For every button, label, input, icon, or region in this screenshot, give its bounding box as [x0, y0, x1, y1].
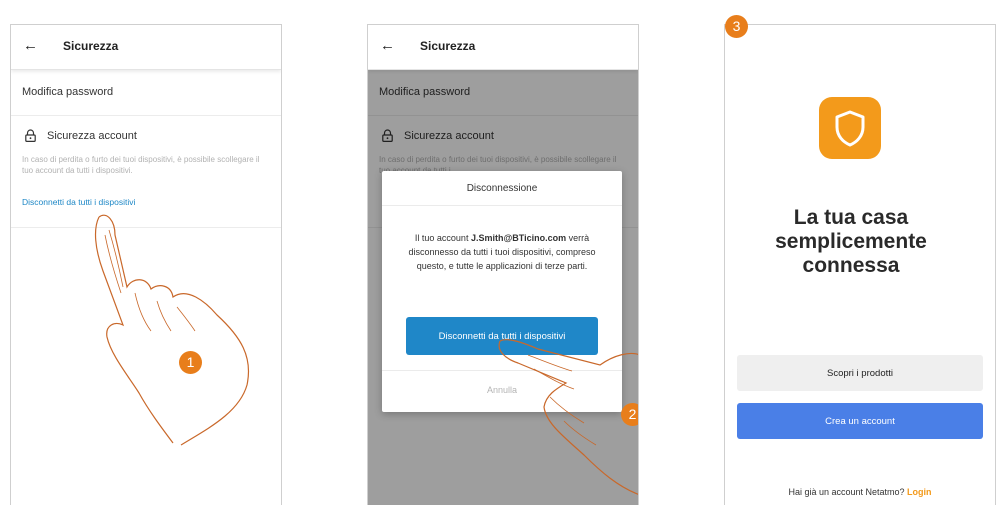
- phone-screen-2: ← Sicurezza Modifica password Sicurezza …: [367, 24, 639, 505]
- arrow-left-icon[interactable]: ←: [380, 37, 395, 54]
- dialog-title: Disconnessione: [466, 183, 538, 194]
- account-security-section: Sicurezza account In caso di perdita o f…: [11, 117, 281, 228]
- lock-icon: [25, 129, 36, 142]
- step-badge-2: 2: [621, 403, 638, 426]
- divider: [382, 205, 622, 206]
- tagline-line-2: semplicemente: [775, 230, 927, 253]
- create-account-button[interactable]: Crea un account: [737, 403, 983, 439]
- login-prompt: Hai già un account Netatmo? Login: [725, 487, 995, 497]
- disconnect-all-devices-link[interactable]: Disconnetti da tutti i dispositivi: [22, 197, 135, 207]
- arrow-left-icon[interactable]: ←: [23, 37, 38, 54]
- login-link[interactable]: Login: [907, 487, 932, 497]
- app-tagline: La tua casa semplicemente connessa: [725, 206, 977, 278]
- shield-icon: [835, 110, 865, 147]
- dialog-message: Il tuo account J.Smith@BTicino.com verrà…: [400, 231, 604, 273]
- disconnect-dialog: Disconnessione Il tuo account J.Smith@BT…: [382, 171, 622, 412]
- account-email: J.Smith@BTicino.com: [470, 233, 567, 243]
- app-header: ← Sicurezza: [11, 25, 281, 70]
- netatmo-app-icon: [819, 97, 881, 159]
- discover-products-button[interactable]: Scopri i prodotti: [737, 355, 983, 391]
- login-prompt-text: Hai già un account Netatmo?: [788, 487, 908, 497]
- dialog-message-prefix: Il tuo account: [414, 233, 471, 243]
- step-badge-3: 3: [725, 15, 748, 38]
- phone-screen-3: La tua casa semplicemente connessa Scopr…: [724, 24, 996, 505]
- divider: [382, 370, 622, 371]
- change-password-label: Modifica password: [22, 86, 114, 98]
- page-title: Sicurezza: [420, 39, 476, 53]
- tagline-line-1: La tua casa: [793, 206, 909, 229]
- disconnect-all-button[interactable]: Disconnetti da tutti i dispositivi: [406, 317, 598, 355]
- step-badge-1: 1: [179, 351, 202, 374]
- page-title: Sicurezza: [63, 39, 119, 53]
- app-header: ← Sicurezza: [368, 25, 638, 70]
- account-security-description: In caso di perdita o furto dei tuoi disp…: [22, 155, 260, 175]
- change-password-row[interactable]: Modifica password: [11, 70, 281, 116]
- account-security-title: Sicurezza account: [47, 130, 137, 142]
- tagline-line-3: connessa: [802, 254, 900, 277]
- cancel-button[interactable]: Annulla: [382, 385, 622, 395]
- phone-screen-1: ← Sicurezza Modifica password Sicurezza …: [10, 24, 282, 505]
